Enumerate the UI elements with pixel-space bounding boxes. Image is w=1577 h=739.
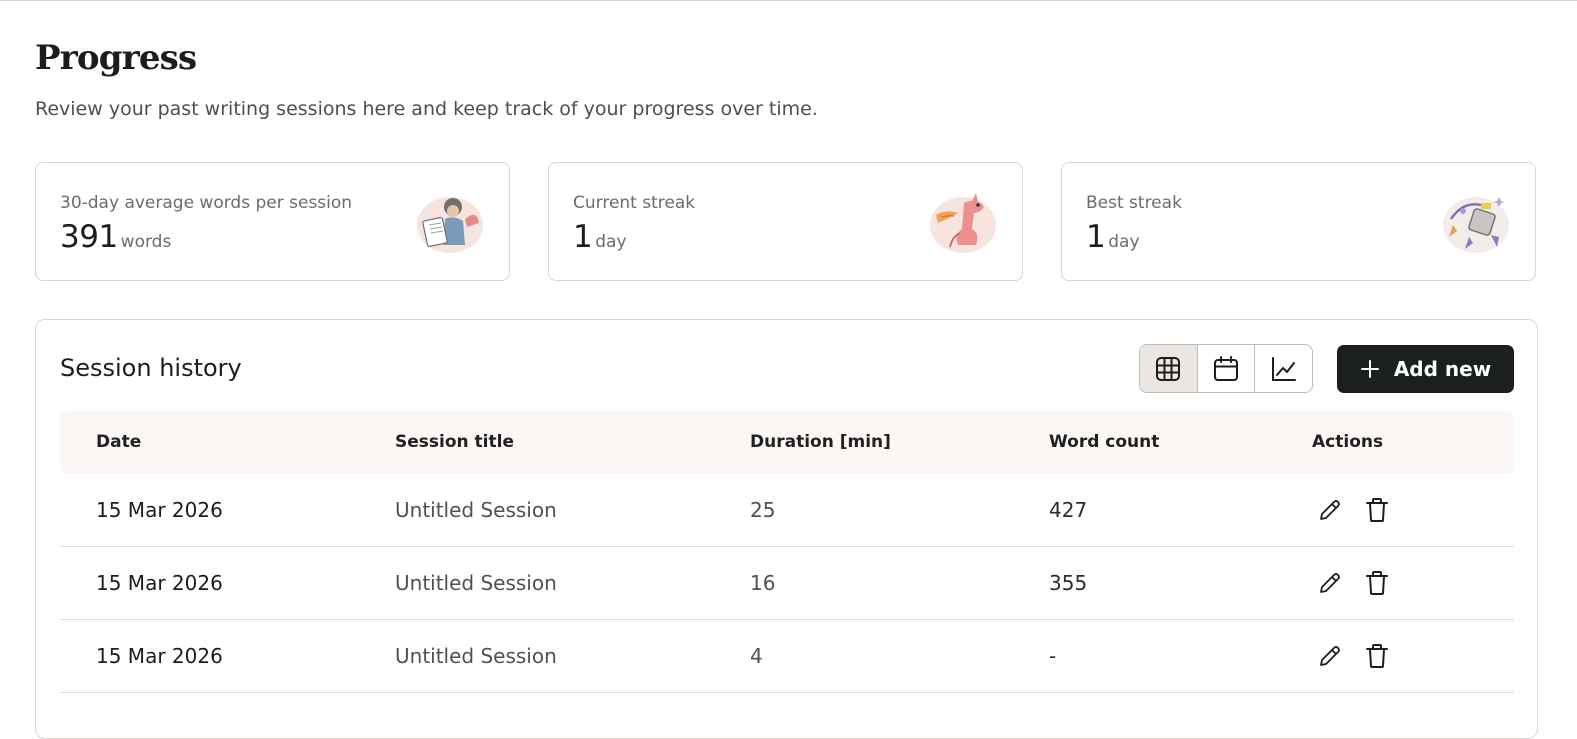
table-icon xyxy=(1156,356,1181,381)
session-word-count: 355 xyxy=(1049,571,1088,595)
edit-icon[interactable] xyxy=(1316,496,1344,524)
table-row: 15 Mar 2026 Untitled Session 16 355 xyxy=(60,547,1514,620)
dragon-illustration xyxy=(930,193,996,253)
stat-card-best-streak: Best streak 1 day xyxy=(1061,162,1536,281)
view-mode-toggle xyxy=(1139,344,1313,393)
delete-icon[interactable] xyxy=(1363,569,1391,597)
chart-view-button[interactable] xyxy=(1255,345,1312,392)
line-chart-icon xyxy=(1271,356,1296,381)
table-header: Date Session title Duration [min] Word c… xyxy=(60,411,1514,474)
column-header-date: Date xyxy=(96,432,142,452)
add-new-button[interactable]: Add new xyxy=(1337,345,1514,393)
column-header-word-count: Word count xyxy=(1049,432,1160,452)
session-duration: 16 xyxy=(750,571,776,595)
stat-unit: day xyxy=(595,232,627,252)
plus-icon xyxy=(1360,360,1379,378)
edit-icon[interactable] xyxy=(1316,642,1344,670)
writer-reading-illustration xyxy=(417,197,483,253)
session-title: Untitled Session xyxy=(395,571,557,595)
stat-number: 1 xyxy=(573,219,593,255)
session-date: 15 Mar 2026 xyxy=(96,644,223,668)
session-duration: 25 xyxy=(750,498,776,522)
column-header-duration: Duration [min] xyxy=(750,432,891,452)
table-view-button[interactable] xyxy=(1140,345,1198,392)
top-divider xyxy=(0,0,1577,1)
calendar-icon xyxy=(1214,355,1238,381)
add-new-label: Add new xyxy=(1393,357,1492,381)
session-title: Untitled Session xyxy=(395,644,557,668)
delete-icon[interactable] xyxy=(1363,496,1391,524)
stat-unit: words xyxy=(120,232,172,252)
robot-lantern-illustration xyxy=(1443,197,1509,253)
session-date: 15 Mar 2026 xyxy=(96,571,223,595)
stat-value: 1 day xyxy=(1086,219,1140,255)
session-word-count: - xyxy=(1049,644,1057,668)
column-header-session-title: Session title xyxy=(395,432,514,452)
edit-icon[interactable] xyxy=(1316,569,1344,597)
stat-unit: day xyxy=(1108,232,1140,252)
session-date: 15 Mar 2026 xyxy=(96,498,223,522)
stat-label: Best streak xyxy=(1086,193,1182,213)
calendar-view-button[interactable] xyxy=(1198,345,1256,392)
stat-number: 1 xyxy=(1086,219,1106,255)
column-header-actions: Actions xyxy=(1312,432,1384,452)
page-subtitle: Review your past writing sessions here a… xyxy=(35,98,818,120)
page-title: Progress xyxy=(35,38,197,78)
session-title: Untitled Session xyxy=(395,498,557,522)
stat-card-current-streak: Current streak 1 day xyxy=(548,162,1023,281)
session-duration: 4 xyxy=(750,644,763,668)
stat-card-average-words: 30-day average words per session 391 word… xyxy=(35,162,510,281)
stat-label: Current streak xyxy=(573,193,696,213)
stat-label: 30-day average words per session xyxy=(60,193,353,213)
session-word-count: 427 xyxy=(1049,498,1088,522)
session-history-title: Session history xyxy=(60,354,242,382)
table-row: 15 Mar 2026 Untitled Session 4 - xyxy=(60,620,1514,693)
stat-number: 391 xyxy=(60,219,118,255)
table-row: 15 Mar 2026 Untitled Session 25 427 xyxy=(60,474,1514,547)
stat-value: 391 words xyxy=(60,219,171,255)
session-history-panel: Session history Add new Date Session tit… xyxy=(35,319,1538,739)
delete-icon[interactable] xyxy=(1363,642,1391,670)
stat-value: 1 day xyxy=(573,219,627,255)
